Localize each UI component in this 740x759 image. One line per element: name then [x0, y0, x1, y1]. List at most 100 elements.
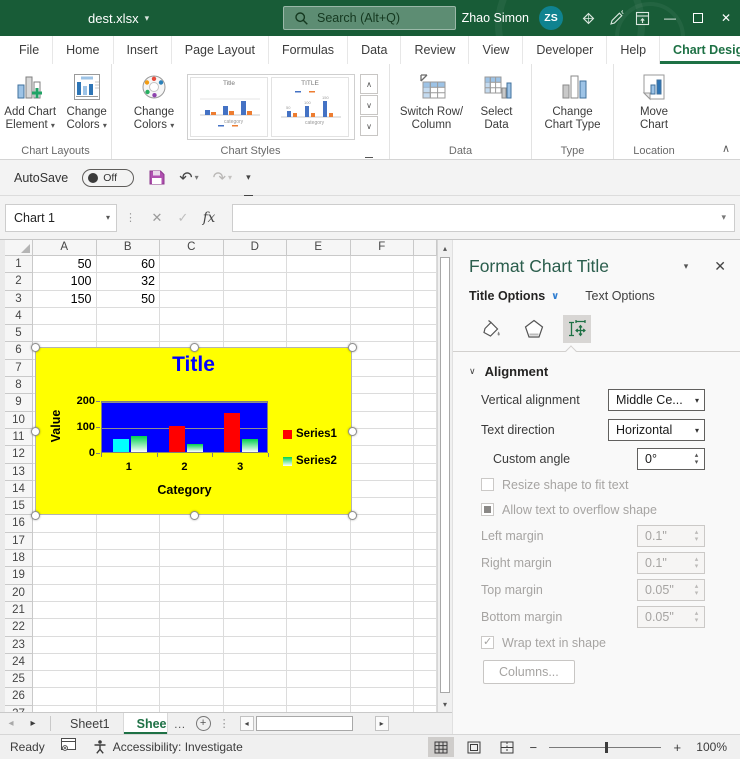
cell-e2[interactable] — [287, 273, 351, 290]
ribbon-display-options-icon[interactable] — [629, 0, 656, 36]
collapse-ribbon-button[interactable]: ∧ — [722, 142, 730, 155]
cell-a17[interactable] — [33, 533, 97, 550]
cell-d26[interactable] — [224, 688, 288, 705]
cell-b20[interactable] — [97, 585, 161, 602]
row-header-23[interactable]: 23 — [5, 637, 33, 654]
cell-clipped[interactable] — [414, 550, 437, 567]
sheet-nav-next-button[interactable]: ▸ — [22, 713, 44, 734]
cell-a19[interactable] — [33, 567, 97, 584]
row-header-6[interactable]: 6 — [5, 342, 33, 359]
gallery-more-button[interactable]: ∨ — [360, 116, 378, 136]
formula-input[interactable]: ▾ — [232, 204, 735, 232]
horizontal-scroll-thumb[interactable] — [256, 716, 353, 731]
cell-f16[interactable] — [351, 515, 415, 532]
row-header-14[interactable]: 14 — [5, 481, 33, 498]
column-header-a[interactable]: A — [33, 240, 97, 256]
cell-f20[interactable] — [351, 585, 415, 602]
row-header-4[interactable]: 4 — [5, 308, 33, 325]
row-header-10[interactable]: 10 — [5, 412, 33, 429]
cell-c26[interactable] — [160, 688, 224, 705]
chart-title[interactable]: Title — [36, 353, 351, 377]
cell-e20[interactable] — [287, 585, 351, 602]
row-header-2[interactable]: 2 — [5, 273, 33, 290]
cell-e22[interactable] — [287, 619, 351, 636]
row-header-20[interactable]: 20 — [5, 585, 33, 602]
cell-d23[interactable] — [224, 637, 288, 654]
cell-c23[interactable] — [160, 637, 224, 654]
cell-c21[interactable] — [160, 602, 224, 619]
cell-f22[interactable] — [351, 619, 415, 636]
cell-a1[interactable]: 50 — [33, 256, 97, 273]
column-header-e[interactable]: E — [287, 240, 351, 256]
row-header-7[interactable]: 7 — [5, 360, 33, 377]
cell-a3[interactable]: 150 — [33, 291, 97, 308]
zoom-out-button[interactable]: − — [527, 740, 539, 755]
chart-selection-handle[interactable] — [190, 343, 199, 352]
cell-f6[interactable] — [351, 342, 415, 359]
cell-f15[interactable] — [351, 498, 415, 515]
cell-c2[interactable] — [160, 273, 224, 290]
cell-e24[interactable] — [287, 654, 351, 671]
cell-d25[interactable] — [224, 671, 288, 688]
dropdown-text-direction[interactable]: Horizontal▾ — [608, 419, 705, 441]
row-header-3[interactable]: 3 — [5, 291, 33, 308]
bar-series1-cat1[interactable] — [113, 439, 129, 452]
cell-c4[interactable] — [160, 308, 224, 325]
cell-e3[interactable] — [287, 291, 351, 308]
spinner-up-icon[interactable]: ▴ — [695, 452, 699, 459]
chart-style-thumbnail-1[interactable]: Title category — [190, 77, 268, 137]
cell-f2[interactable] — [351, 273, 415, 290]
cell-clipped[interactable] — [414, 394, 437, 411]
cell-c24[interactable] — [160, 654, 224, 671]
cell-f8[interactable] — [351, 377, 415, 394]
cell-clipped[interactable] — [414, 377, 437, 394]
worksheet-grid[interactable]: ABCDEF1506021003231505045678910111213141… — [0, 240, 437, 712]
cell-e26[interactable] — [287, 688, 351, 705]
cell-f5[interactable] — [351, 325, 415, 342]
pane-close-button[interactable]: ✕ — [714, 258, 726, 275]
new-sheet-button[interactable]: + — [196, 716, 211, 731]
cell-a26[interactable] — [33, 688, 97, 705]
scroll-down-button[interactable]: ▾ — [438, 696, 452, 712]
ribbon-tab-review[interactable]: Review — [401, 36, 469, 64]
y-axis-title[interactable]: Value — [49, 404, 63, 448]
cell-b21[interactable] — [97, 602, 161, 619]
row-header-12[interactable]: 12 — [5, 446, 33, 463]
close-button[interactable]: ✕ — [712, 0, 740, 36]
cell-c22[interactable] — [160, 619, 224, 636]
cell-a21[interactable] — [33, 602, 97, 619]
cell-a22[interactable] — [33, 619, 97, 636]
cell-a18[interactable] — [33, 550, 97, 567]
cell-c19[interactable] — [160, 567, 224, 584]
autosave-toggle[interactable]: Off — [82, 169, 134, 187]
cell-e23[interactable] — [287, 637, 351, 654]
cell-c3[interactable] — [160, 291, 224, 308]
cell-e17[interactable] — [287, 533, 351, 550]
column-header-f[interactable]: F — [351, 240, 415, 256]
row-header-22[interactable]: 22 — [5, 619, 33, 636]
ribbon-tab-file[interactable]: File — [6, 36, 53, 64]
cell-c17[interactable] — [160, 533, 224, 550]
gallery-scroll-down-button[interactable]: ∨ — [360, 95, 378, 115]
tab-title-options[interactable]: Title Options∨ — [469, 289, 559, 303]
ribbon-tab-chart-design[interactable]: Chart Design — [660, 36, 740, 64]
cell-f25[interactable] — [351, 671, 415, 688]
sheet-tab-shee[interactable]: Shee — [124, 713, 168, 734]
cell-f3[interactable] — [351, 291, 415, 308]
row-header-18[interactable]: 18 — [5, 550, 33, 567]
row-header-1[interactable]: 1 — [5, 256, 33, 273]
column-header-clipped[interactable] — [414, 240, 437, 256]
redo-button[interactable]: ↷▾ — [213, 168, 232, 188]
chart-plot-area[interactable] — [101, 401, 268, 453]
cell-f19[interactable] — [351, 567, 415, 584]
cell-d1[interactable] — [224, 256, 288, 273]
cell-f4[interactable] — [351, 308, 415, 325]
legend-series2[interactable]: Series2 — [283, 455, 337, 467]
enter-button[interactable]: ✓ — [170, 210, 196, 226]
cell-d16[interactable] — [224, 515, 288, 532]
cell-clipped[interactable] — [414, 291, 437, 308]
cell-a24[interactable] — [33, 654, 97, 671]
row-header-11[interactable]: 11 — [5, 429, 33, 446]
cell-a16[interactable] — [33, 515, 97, 532]
horizontal-scrollbar[interactable]: ◂ ▸ — [240, 713, 389, 734]
